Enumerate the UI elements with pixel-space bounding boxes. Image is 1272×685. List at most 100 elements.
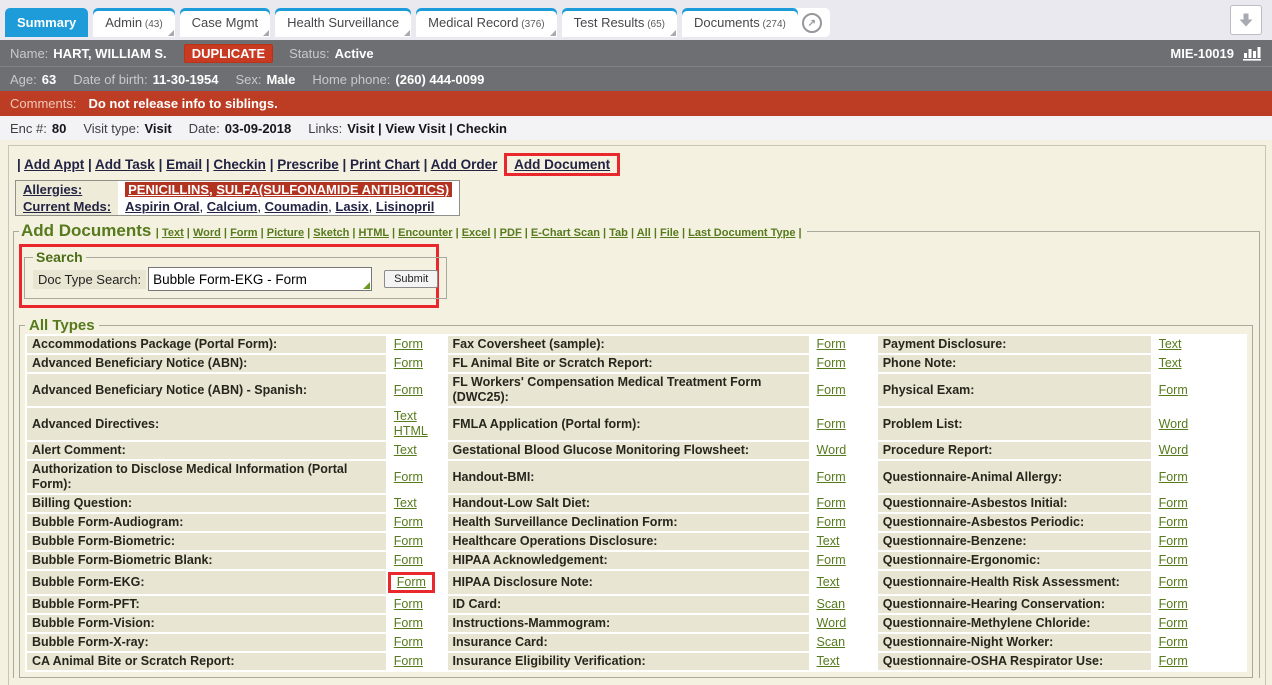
open-as-scan-link[interactable]: Scan [817,635,846,649]
doc-type-search-input[interactable] [148,267,372,291]
visit-type-label: Visit type: [83,121,139,136]
med-item-lisinopril[interactable]: Lisinopril [376,199,435,214]
open-as-form-link[interactable]: Form [394,597,423,611]
doc-type-link-encounter[interactable]: Encounter [398,227,452,239]
open-as-text-link[interactable]: Text [394,443,417,457]
open-as-form-link[interactable]: Form [817,515,846,529]
allergy-item-sulfa-sulfonamide-antibiotics[interactable]: SULFA(SULFONAMIDE ANTIBIOTICS) [216,182,449,197]
enc-link-visit[interactable]: Visit [347,121,374,136]
tab-case-mgmt[interactable]: Case Mgmt [180,8,270,37]
open-as-text-link[interactable]: Text [394,409,417,423]
open-as-form-link[interactable]: Form [817,496,846,510]
open-as-text-link[interactable]: Text [817,654,840,668]
doc-type-link-last-document-type[interactable]: Last Document Type [688,227,795,239]
download-button[interactable] [1230,5,1262,35]
action-link-add-order[interactable]: Add Order [431,157,498,172]
open-as-word-link[interactable]: Word [817,443,847,457]
open-as-form-link[interactable]: Form [394,383,423,397]
open-as-form-link[interactable]: Form [397,575,426,589]
open-as-form-link[interactable]: Form [1159,553,1188,567]
open-as-form-link[interactable]: Form [1159,383,1188,397]
open-as-form-link[interactable]: Form [1159,515,1188,529]
open-as-form-link[interactable]: Form [1159,654,1188,668]
action-link-prescribe[interactable]: Prescribe [277,157,339,172]
open-as-word-link[interactable]: Word [817,616,847,630]
doc-type-link-e-chart-scan[interactable]: E-Chart Scan [531,227,600,239]
open-as-form-link[interactable]: Form [817,337,846,351]
open-as-form-link[interactable]: Form [1159,496,1188,510]
doc-type-link-word[interactable]: Word [193,227,221,239]
doc-type-link-html[interactable]: HTML [359,227,389,239]
open-as-form-link[interactable]: Form [1159,597,1188,611]
open-as-form-link[interactable]: Form [1159,635,1188,649]
doc-type-link-sketch[interactable]: Sketch [313,227,349,239]
open-as-form-link[interactable]: Form [817,356,846,370]
tab-admin[interactable]: Admin (43) [93,8,174,37]
doc-type-link-file[interactable]: File [660,227,679,239]
doc-type-link-cell: Form [811,552,876,569]
allergy-item-penicillins[interactable]: PENICILLINS [128,182,209,197]
open-as-form-link[interactable]: Form [1159,616,1188,630]
med-item-aspirin-oral[interactable]: Aspirin Oral [125,199,199,214]
popout-icon[interactable]: ↗ [802,13,822,33]
action-link-checkin[interactable]: Checkin [213,157,266,172]
open-as-word-link[interactable]: Word [1159,417,1189,431]
doc-type-link-excel[interactable]: Excel [462,227,491,239]
open-as-text-link[interactable]: Text [1159,356,1182,370]
doc-type-link-cell: Text [811,533,876,550]
action-link-add-document[interactable]: Add Document [514,157,610,172]
open-as-form-link[interactable]: Form [394,515,423,529]
open-as-form-link[interactable]: Form [1159,470,1188,484]
tab-medical-record[interactable]: Medical Record (376) [416,8,556,37]
open-as-form-link[interactable]: Form [394,654,423,668]
doc-type-link-picture[interactable]: Picture [267,227,304,239]
open-as-text-link[interactable]: Text [394,496,417,510]
med-item-coumadin[interactable]: Coumadin [265,199,329,214]
allergies-link[interactable]: Allergies: [23,182,82,197]
tab-summary[interactable]: Summary [5,8,88,37]
open-as-form-link[interactable]: Form [817,553,846,567]
open-as-form-link[interactable]: Form [394,534,423,548]
med-item-lasix[interactable]: Lasix [335,199,368,214]
open-as-form-link[interactable]: Form [817,383,846,397]
open-as-scan-link[interactable]: Scan [817,597,846,611]
action-link-print-chart[interactable]: Print Chart [350,157,420,172]
open-as-word-link[interactable]: Word [1159,443,1189,457]
doc-type-name: Instructions-Mammogram: [448,615,809,632]
doc-type-link-form[interactable]: Form [230,227,258,239]
open-as-form-link[interactable]: Form [394,635,423,649]
open-as-form-link[interactable]: Form [394,356,423,370]
tab-health-surveillance[interactable]: Health Surveillance [275,8,411,37]
tab-documents[interactable]: Documents (274) [682,8,798,37]
flowsheet-chart-icon[interactable] [1242,45,1262,61]
visit-type: Visit [144,121,171,136]
open-as-form-link[interactable]: Form [394,337,423,351]
submit-button[interactable]: Submit [384,270,438,288]
doc-type-link-text[interactable]: Text [162,227,184,239]
doc-type-link-pdf[interactable]: PDF [500,227,522,239]
enc-link-checkin[interactable]: Checkin [456,121,507,136]
open-as-text-link[interactable]: Text [1159,337,1182,351]
open-as-form-link[interactable]: Form [1159,575,1188,589]
action-link-email[interactable]: Email [166,157,202,172]
open-as-form-link[interactable]: Form [394,616,423,630]
open-as-form-link[interactable]: Form [1159,534,1188,548]
open-as-text-link[interactable]: Text [817,575,840,589]
table-row: Billing Question:TextHandout-Low Salt Di… [27,495,1245,512]
action-link-add-appt[interactable]: Add Appt [24,157,84,172]
open-as-form-link[interactable]: Form [394,470,423,484]
open-as-form-link[interactable]: Form [817,417,846,431]
doc-type-name: Bubble Form-Biometric: [27,533,386,550]
doc-type-link-all[interactable]: All [637,227,651,239]
enc-link-view-visit[interactable]: View Visit [385,121,445,136]
open-as-html-link[interactable]: HTML [394,424,428,438]
open-as-form-link[interactable]: Form [817,470,846,484]
doc-type-link-cell: Word [811,615,876,632]
current-meds-link[interactable]: Current Meds: [23,199,111,214]
med-item-calcium[interactable]: Calcium [207,199,258,214]
open-as-form-link[interactable]: Form [394,553,423,567]
action-link-add-task[interactable]: Add Task [95,157,155,172]
tab-test-results[interactable]: Test Results (65) [562,8,677,37]
doc-type-link-tab[interactable]: Tab [609,227,628,239]
open-as-text-link[interactable]: Text [817,534,840,548]
